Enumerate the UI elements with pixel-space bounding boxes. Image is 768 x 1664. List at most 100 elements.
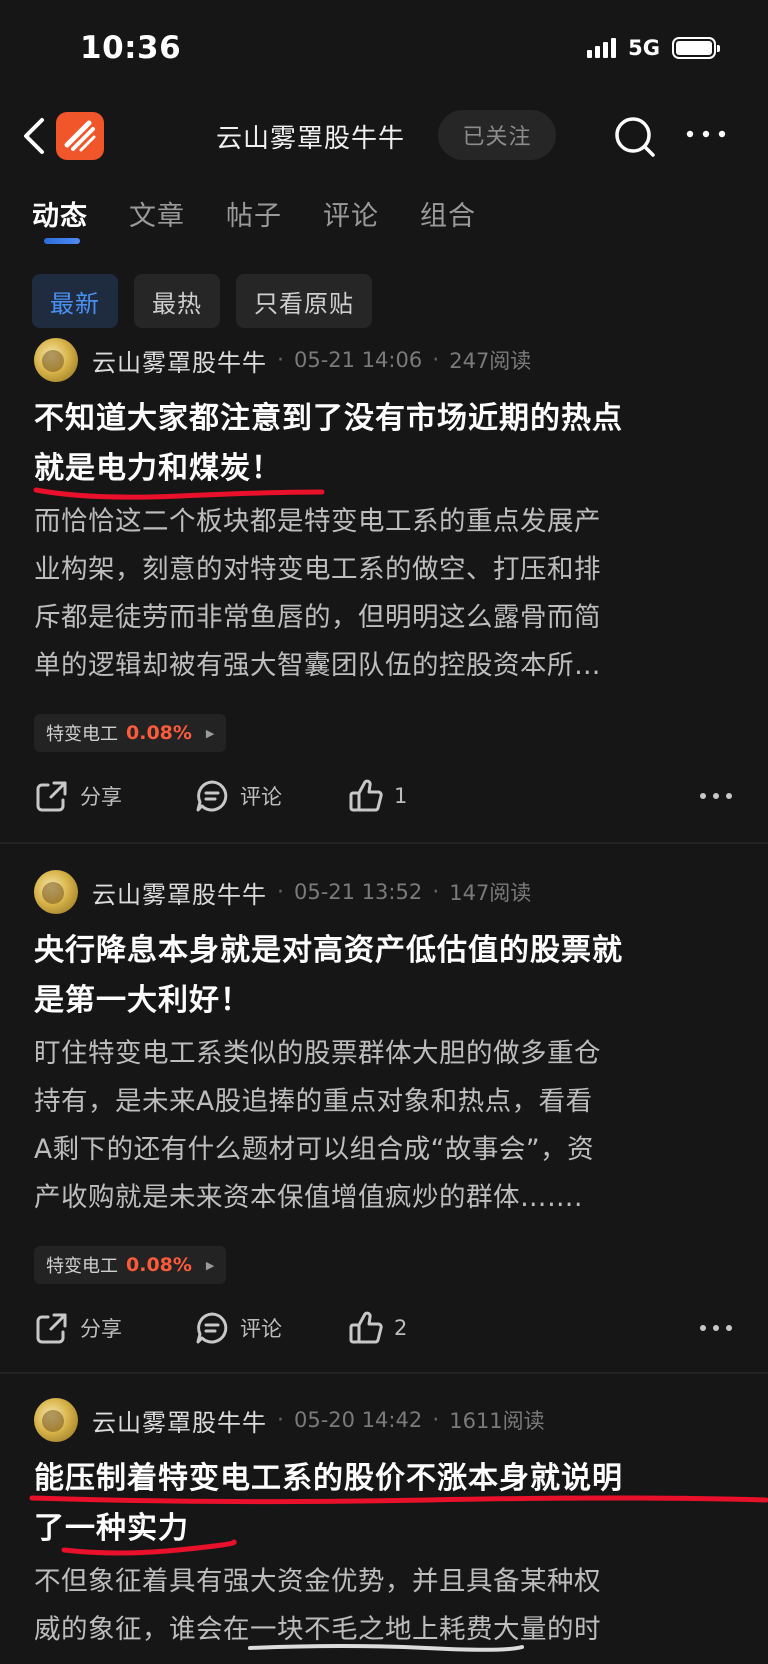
post-author[interactable]: 云山雾罩股牛牛 (92, 343, 267, 378)
share-button[interactable]: 分享 (34, 1306, 122, 1350)
post-title-line: 能压制着特变电工系的股价不涨本身就说明 (34, 1461, 623, 1496)
post-meta: 云山雾罩股牛牛 · 05-21 14:06 · 247阅读 (34, 338, 531, 382)
app-logo-icon[interactable] (56, 112, 104, 160)
tab-comments[interactable]: 评论 (323, 194, 379, 233)
post-more-icon[interactable] (698, 1316, 734, 1340)
filter-hottest[interactable]: 最热 (134, 274, 220, 328)
post-title-line: 不知道大家都注意到了没有市场近期的热点 (34, 401, 623, 436)
post-divider (0, 842, 768, 844)
post-meta: 云山雾罩股牛牛 · 05-20 14:42 · 1611阅读 (34, 1398, 545, 1442)
post-meta: 云山雾罩股牛牛 · 05-21 13:52 · 147阅读 (34, 870, 531, 914)
meta-separator: · (277, 879, 284, 905)
post-divider (0, 1372, 768, 1374)
comment-icon (196, 780, 228, 812)
comment-button[interactable]: 评论 (194, 1306, 282, 1350)
comment-icon (196, 1312, 228, 1344)
post-author[interactable]: 云山雾罩股牛牛 (92, 1403, 267, 1438)
tab-portfolios[interactable]: 组合 (420, 194, 476, 233)
post-body[interactable]: 不但象征着具有强大资金优势，并且具备某种权 威的象征，谁会在一块不毛之地上耗费大… (34, 1558, 734, 1654)
post-reads: 1611阅读 (449, 1409, 545, 1433)
header-title: 云山雾罩股牛牛 (216, 124, 406, 154)
post-body-line: 持有，是未来A股追捧的重点对象和热点，看看 (34, 1086, 593, 1117)
post-body-line: 盯住特变电工系类似的股票群体大胆的做多重仓 (34, 1038, 601, 1069)
post-title-line: 是第一大利好！ (34, 983, 251, 1018)
back-arrow-icon[interactable] (18, 114, 52, 158)
tab-articles[interactable]: 文章 (129, 194, 185, 233)
signal-icon (587, 38, 617, 58)
post-time: 05-21 13:52 (294, 880, 423, 904)
post-body-line: 而恰恰这二个板块都是特变电工系的重点发展产 (34, 506, 601, 537)
post-time: 05-21 14:06 (294, 348, 423, 372)
meta-separator: · (277, 1407, 284, 1433)
status-icons: 5G (587, 36, 720, 60)
play-arrow-icon: ▶ (205, 1258, 215, 1272)
share-icon (36, 781, 67, 812)
meta-separator: · (432, 347, 440, 373)
stock-tag[interactable]: 特变电工 0.08% ▶ (34, 714, 227, 752)
post-reads: 147阅读 (449, 881, 532, 905)
like-button[interactable]: 2 (348, 1306, 407, 1350)
share-icon (36, 1313, 67, 1344)
tab-dynamics[interactable]: 动态 (32, 194, 88, 244)
more-icon[interactable] (684, 122, 728, 146)
filter-original-only[interactable]: 只看原贴 (236, 274, 372, 328)
filter-latest[interactable]: 最新 (32, 274, 118, 328)
post-item[interactable]: 云山雾罩股牛牛 · 05-21 14:06 · 247阅读 不知道大家都注意到了… (0, 338, 768, 812)
post-actions: 分享 评论 1 (34, 774, 734, 818)
like-count: 1 (394, 784, 408, 808)
post-title[interactable]: 能压制着特变电工系的股价不涨本身就说明 了一种实力 (34, 1454, 734, 1554)
profile-page: 10:36 5G 云山雾罩股牛牛 已关注 动态 文章 帖子 评论 组合 最新 最… (0, 0, 768, 1664)
post-body[interactable]: 盯住特变电工系类似的股票群体大胆的做多重仓 持有，是未来A股追捧的重点对象和热点… (34, 1030, 734, 1222)
header: 云山雾罩股牛牛 已关注 (0, 100, 768, 172)
stock-tag[interactable]: 特变电工 0.08% ▶ (34, 1246, 227, 1284)
post-body-line: A剩下的还有什么题材可以组合成“故事会”，资 (34, 1134, 595, 1165)
post-title[interactable]: 央行降息本身就是对高资产低估值的股票就 是第一大利好！ (34, 926, 734, 1026)
follow-button[interactable]: 已关注 (438, 110, 556, 160)
post-body-line: 斥都是徒劳而非常鱼唇的，但明明这么露骨而简 (34, 602, 601, 633)
comment-label: 评论 (240, 785, 282, 809)
avatar[interactable] (34, 870, 78, 914)
comment-label: 评论 (240, 1317, 282, 1341)
post-title[interactable]: 不知道大家都注意到了没有市场近期的热点 就是电力和煤炭！ (34, 394, 734, 494)
post-item[interactable]: 云山雾罩股牛牛 · 05-20 14:42 · 1611阅读 能压制着特变电工系… (0, 1398, 768, 1664)
like-count: 2 (394, 1316, 408, 1340)
post-actions: 分享 评论 2 (34, 1306, 734, 1350)
filter-bar: 最新 最热 只看原贴 (32, 274, 372, 328)
comment-button[interactable]: 评论 (194, 774, 282, 818)
profile-tabs: 动态 文章 帖子 评论 组合 (32, 194, 517, 244)
search-icon[interactable] (612, 114, 658, 160)
post-time: 05-20 14:42 (294, 1408, 423, 1432)
post-body[interactable]: 而恰恰这二个板块都是特变电工系的重点发展产 业构架，刻意的对特变电工系的做空、打… (34, 498, 734, 690)
avatar[interactable] (34, 338, 78, 382)
status-time: 10:36 (80, 30, 182, 66)
post-title-line: 了一种实力 (34, 1511, 189, 1546)
post-title-line: 就是电力和煤炭！ (34, 451, 282, 486)
status-bar: 10:36 5G (0, 0, 768, 96)
stock-change: 0.08% (126, 1254, 192, 1276)
post-item[interactable]: 云山雾罩股牛牛 · 05-21 13:52 · 147阅读 央行降息本身就是对高… (0, 870, 768, 1344)
post-reads: 247阅读 (449, 349, 532, 373)
share-button[interactable]: 分享 (34, 774, 122, 818)
tab-posts[interactable]: 帖子 (226, 194, 282, 233)
play-arrow-icon: ▶ (205, 726, 215, 740)
stock-name: 特变电工 (46, 1256, 118, 1277)
battery-icon (672, 37, 720, 59)
share-label: 分享 (80, 785, 122, 809)
post-author[interactable]: 云山雾罩股牛牛 (92, 875, 267, 910)
post-more-icon[interactable] (698, 784, 734, 808)
post-body-line: 不但象征着具有强大资金优势，并且具备某种权 (34, 1566, 601, 1597)
network-label: 5G (628, 36, 660, 60)
meta-separator: · (432, 1407, 440, 1433)
share-label: 分享 (80, 1317, 122, 1341)
post-title-line: 央行降息本身就是对高资产低估值的股票就 (34, 933, 623, 968)
post-body-line: 单的逻辑却被有强大智囊团队伍的控股资本所… (34, 650, 601, 681)
stock-change: 0.08% (126, 722, 192, 744)
post-body-line: 业构架，刻意的对特变电工系的做空、打压和排 (34, 554, 601, 585)
thumbs-up-icon (349, 1311, 383, 1344)
post-body-line: 威的象征，谁会在一块不毛之地上耗费大量的时 (34, 1614, 601, 1645)
avatar[interactable] (34, 1398, 78, 1442)
post-body-line: 产收购就是未来资本保值增值疯炒的群体……. (34, 1182, 583, 1213)
like-button[interactable]: 1 (348, 774, 407, 818)
stock-name: 特变电工 (46, 724, 118, 745)
meta-separator: · (277, 347, 284, 373)
